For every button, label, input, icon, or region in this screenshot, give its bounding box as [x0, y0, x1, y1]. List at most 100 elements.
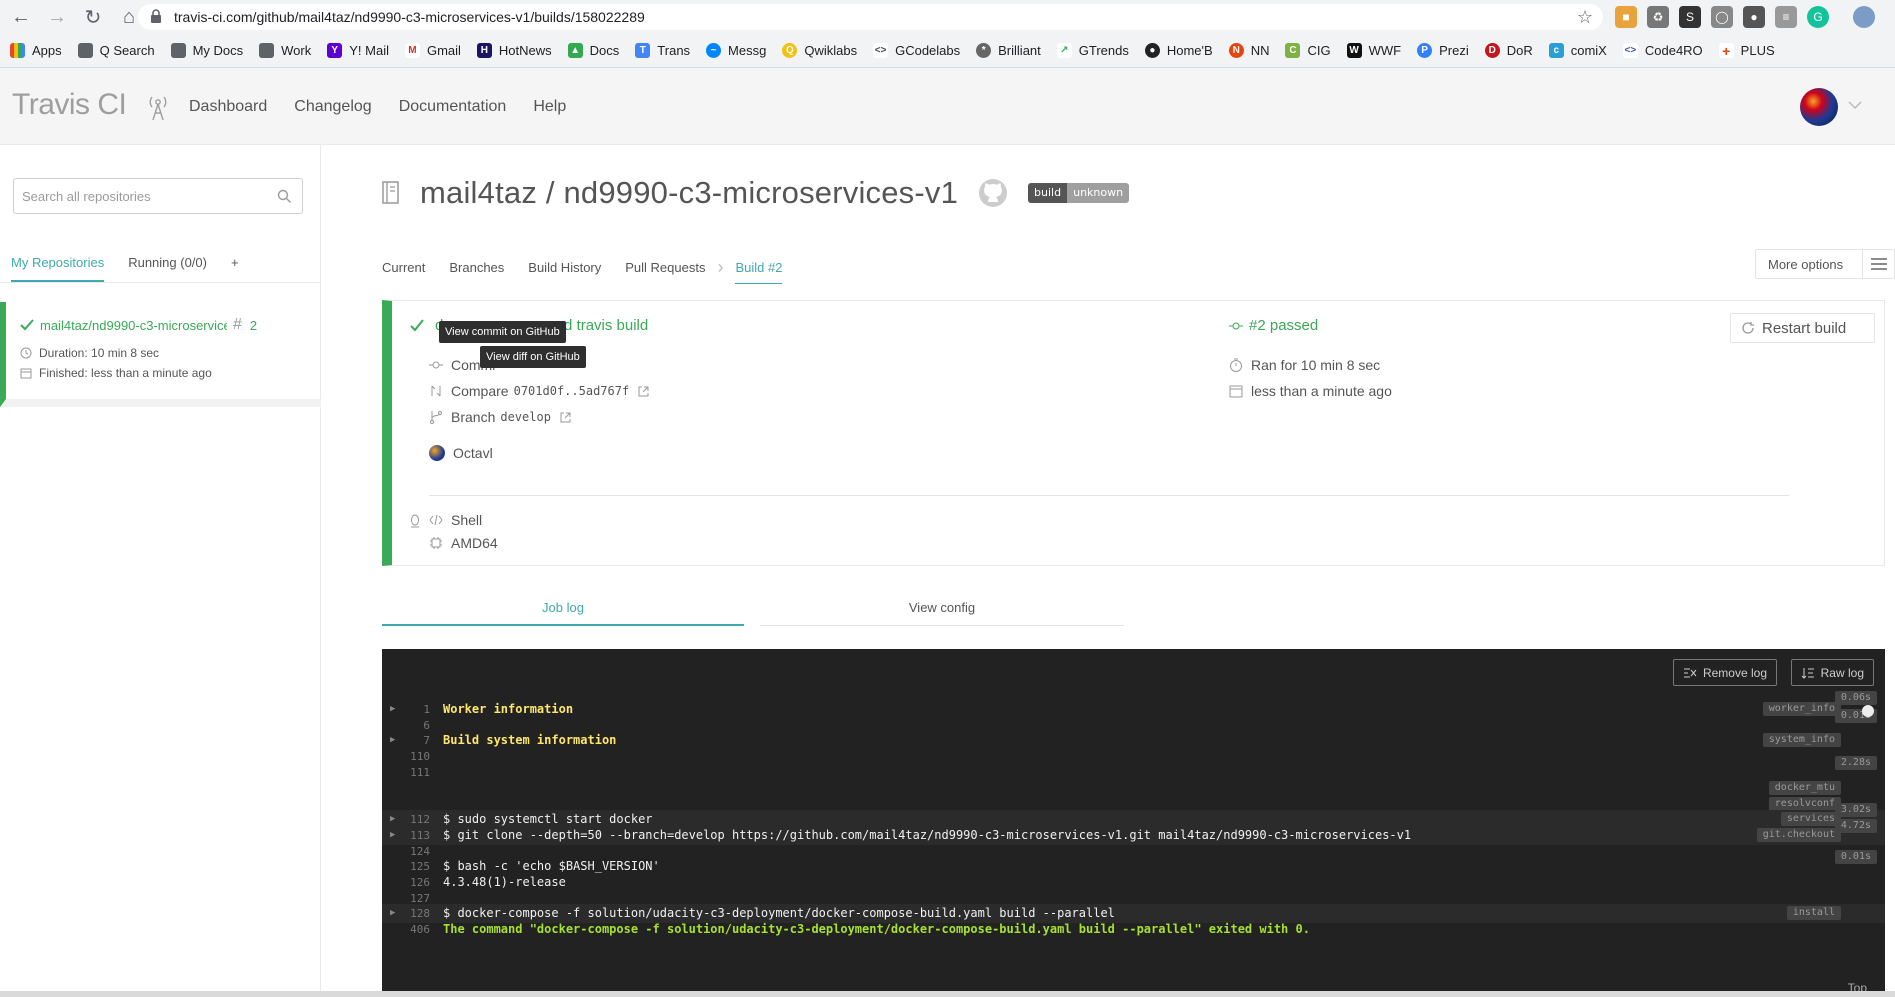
extension-icon[interactable]: ≡ — [1775, 6, 1797, 28]
build-status-badge[interactable]: build unknown — [1028, 183, 1130, 203]
bookmark-link[interactable]: M Gmail — [404, 43, 461, 58]
bookmark-link[interactable]: Y Y! Mail — [327, 43, 389, 58]
external-link-icon[interactable] — [638, 386, 649, 397]
back-icon[interactable]: ← — [6, 2, 36, 32]
log-line: 406 The command "docker-compose -f soluti… — [382, 920, 1885, 939]
more-options-button[interactable]: More options — [1755, 249, 1895, 279]
profile-icon[interactable] — [1853, 6, 1875, 28]
bookmark-link[interactable]: ↗ GTrends — [1056, 43, 1129, 58]
repository-search-input[interactable]: Search all repositories — [13, 178, 303, 214]
build-duration: Ran for 10 min 8 sec — [1229, 357, 1380, 373]
extension-icon[interactable]: S — [1679, 6, 1701, 28]
code-icon: <> — [1622, 43, 1638, 58]
logo[interactable]: Travis CI — [12, 88, 127, 122]
home-icon: ● — [1144, 43, 1160, 58]
duration-tag: 3.02s — [1834, 803, 1877, 817]
bookmark-link[interactable]: + PLUS — [1718, 43, 1775, 59]
extension-icon[interactable]: ● — [1743, 6, 1765, 28]
view-commit-tooltip: View commit on GitHub — [439, 321, 566, 343]
scroll-indicator[interactable] — [1862, 705, 1874, 717]
check-icon — [410, 318, 424, 331]
bookmark-link[interactable]: <> GCodelabs — [873, 43, 960, 58]
apps-grid-icon — [10, 43, 25, 58]
github-icon[interactable] — [978, 178, 1008, 208]
bookmark-link[interactable]: D DoR — [1484, 43, 1533, 58]
fold-tag: install — [1786, 906, 1841, 920]
fold-tag: git.checkout — [1756, 828, 1841, 842]
bookmark-link[interactable]: c comiX — [1548, 43, 1607, 58]
repository-name-link[interactable]: mail4taz/nd9990-c3-microservices-v1 — [40, 318, 227, 333]
tab-running[interactable]: Running (0/0) — [128, 255, 207, 282]
bookmark-link[interactable]: * Brilliant — [976, 43, 1041, 58]
tab-branches[interactable]: Branches — [449, 260, 504, 283]
line-number[interactable]: 406 — [402, 920, 430, 939]
tab-view-config[interactable]: View config — [760, 600, 1124, 626]
address-bar[interactable]: travis-ci.com/github/mail4taz/nd9990-c3-… — [138, 4, 1603, 30]
yahoo-icon: Y — [327, 43, 343, 58]
search-icon — [277, 189, 291, 203]
bookmark-folder[interactable]: Work — [259, 43, 311, 58]
build-number-link[interactable]: 2 — [250, 318, 257, 333]
codelabs-icon: <> — [873, 43, 889, 58]
chevron-down-icon[interactable] — [1848, 100, 1862, 110]
bookmark-apps[interactable]: Apps — [10, 43, 62, 58]
nav-changelog[interactable]: Changelog — [294, 98, 371, 116]
bookmark-link[interactable]: T Trans — [635, 43, 690, 58]
grammarly-icon[interactable]: G — [1807, 6, 1829, 28]
browser-toolbar: ← → ↻ ⌂ travis-ci.com/github/mail4taz/nd… — [0, 0, 1895, 34]
fold-tag: services — [1780, 812, 1841, 826]
folder-icon — [259, 43, 275, 58]
bookmark-link[interactable]: W WWF — [1346, 43, 1401, 58]
branch-icon — [430, 411, 442, 424]
build-status[interactable]: #2 passed — [1229, 317, 1318, 334]
repository-card[interactable]: mail4taz/nd9990-c3-microservices-v1 # 2 … — [0, 302, 321, 407]
bookmark-star-icon[interactable]: ☆ — [1577, 7, 1593, 28]
compare-row[interactable]: Compare 0701d0f..5ad767f — [429, 383, 657, 399]
lock-icon — [151, 9, 161, 23]
bookmark-link[interactable]: N NN — [1228, 43, 1269, 58]
prezi-icon: P — [1417, 43, 1433, 58]
bookmark-link[interactable]: ▲ Docs — [567, 43, 619, 58]
tab-pull-requests[interactable]: Pull Requests — [625, 260, 705, 283]
external-link-icon[interactable] — [560, 412, 571, 423]
bookmark-folder[interactable]: Q Search — [77, 43, 155, 58]
hotnews-icon: H — [476, 43, 492, 58]
duration-tag: 0.01s — [1834, 850, 1877, 864]
nav-documentation[interactable]: Documentation — [399, 98, 507, 116]
forward-icon[interactable]: → — [42, 2, 72, 32]
nav-help[interactable]: Help — [533, 98, 566, 116]
user-avatar[interactable] — [1800, 88, 1838, 126]
nav-dashboard[interactable]: Dashboard — [189, 98, 267, 116]
os-icon — [411, 514, 419, 528]
bookmark-link[interactable]: <> Code4RO — [1622, 43, 1703, 58]
compare-icon — [431, 385, 441, 397]
build-finished: less than a minute ago — [1229, 383, 1392, 399]
tab-my-repositories[interactable]: My Repositories — [11, 255, 105, 282]
bookmark-link[interactable]: H HotNews — [476, 43, 552, 58]
extension-icon[interactable]: ■ — [1615, 6, 1637, 28]
fold-tag: system_info — [1762, 733, 1841, 747]
bookmark-link[interactable]: ~ Messg — [706, 43, 766, 58]
bookmark-folder[interactable]: My Docs — [170, 43, 243, 58]
fold-tag: worker_info — [1762, 702, 1841, 716]
repo-book-icon — [382, 181, 399, 204]
tab-build-history[interactable]: Build History — [528, 260, 601, 283]
broadcast-icon[interactable] — [148, 95, 168, 121]
raw-log-button[interactable]: Raw log — [1790, 659, 1874, 686]
extension-icon[interactable]: ♻ — [1647, 6, 1669, 28]
tab-current[interactable]: Current — [382, 260, 425, 283]
bookmark-link[interactable]: C CIG — [1285, 43, 1331, 58]
add-repository-button[interactable]: + — [231, 255, 239, 282]
bookmark-link[interactable]: P Prezi — [1417, 43, 1469, 58]
restart-build-button[interactable]: Restart build — [1730, 313, 1875, 343]
bookmark-link[interactable]: ● Home'B — [1144, 43, 1213, 58]
app-header: Travis CI Dashboard Changelog Documentat… — [0, 68, 1895, 145]
menu-dots-icon[interactable]: ⋮ — [1885, 6, 1895, 28]
reload-icon[interactable]: ↻ — [78, 2, 108, 32]
extension-icon[interactable]: ◯ — [1711, 6, 1733, 28]
bookmark-link[interactable]: Q Qwiklabs — [782, 43, 857, 58]
remove-log-button[interactable]: Remove log — [1672, 659, 1777, 686]
branch-row[interactable]: Branch develop — [429, 409, 579, 425]
tab-build[interactable]: Build #2 — [735, 260, 783, 284]
tab-job-log[interactable]: Job log — [382, 600, 744, 626]
